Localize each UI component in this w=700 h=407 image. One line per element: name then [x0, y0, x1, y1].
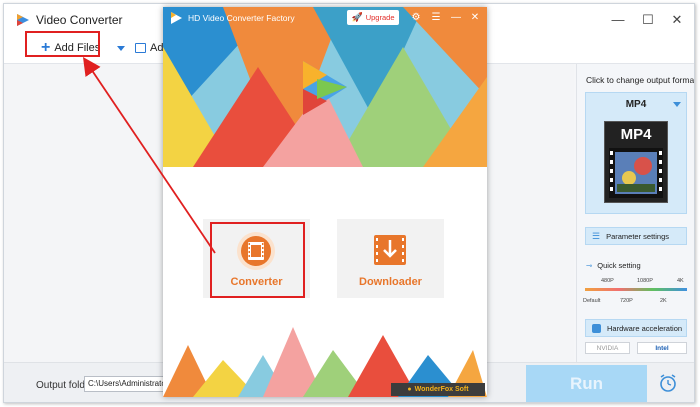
annotation-arrow [82, 57, 216, 254]
